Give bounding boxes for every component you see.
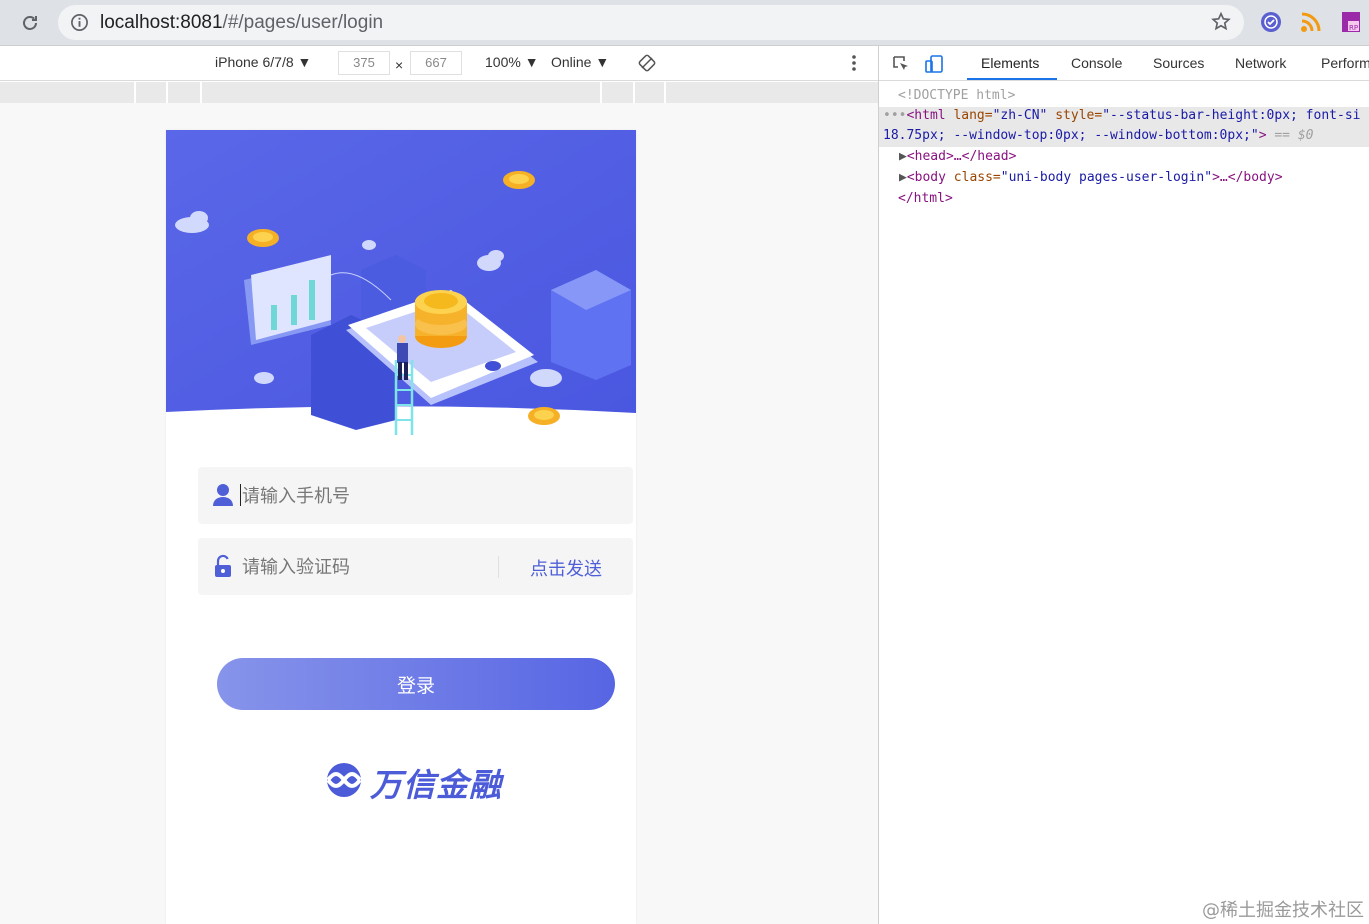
info-icon[interactable] — [70, 13, 89, 32]
emulated-viewport: 点击发送 登录 万信金融 — [0, 103, 878, 924]
reload-icon[interactable] — [14, 10, 46, 36]
brand-name: 万信金融 — [370, 766, 503, 804]
rss-icon[interactable] — [1300, 11, 1322, 33]
selected-marker: == $0 — [1266, 128, 1314, 143]
more-options-icon[interactable] — [850, 54, 858, 72]
style-attr: style= — [1047, 108, 1103, 123]
html-close-line: </html> — [898, 191, 953, 206]
style-value-2: 18.75px; --window-top:0px; --window-bott… — [883, 128, 1259, 143]
class-value: "uni-body pages-user-login" — [1000, 170, 1213, 185]
tab-network[interactable]: Network — [1235, 55, 1286, 71]
active-tab-indicator — [967, 78, 1057, 80]
width-input[interactable]: 375 — [338, 51, 390, 75]
class-attr: class= — [945, 170, 1001, 185]
send-code-button[interactable]: 点击发送 — [530, 555, 602, 581]
html-open-line-cont[interactable]: 18.75px; --window-top:0px; --window-bott… — [883, 126, 1313, 147]
device-toolbar: iPhone 6/7/8 ▼ 375 × 667 100% ▼ Online ▼ — [0, 46, 878, 81]
tab-performance[interactable]: Perform — [1321, 55, 1369, 71]
devtools-tabbar: Elements Console Sources Network Perform — [879, 46, 1369, 81]
rotate-icon[interactable] — [638, 54, 656, 72]
address-bar[interactable]: localhost:8081/#/pages/user/login — [58, 5, 1244, 40]
code-input[interactable] — [242, 553, 492, 581]
tab-console[interactable]: Console — [1071, 55, 1122, 71]
html-open-line[interactable]: •••<html lang="zh-CN" style="--status-ba… — [883, 106, 1360, 127]
dimension-separator: × — [395, 57, 404, 73]
phone-input[interactable] — [242, 482, 492, 510]
inspect-element-icon[interactable] — [891, 54, 911, 74]
media-query-ruler[interactable] — [0, 82, 878, 103]
bookmark-star-icon[interactable] — [1210, 11, 1232, 33]
head-node: <head>…</head> — [906, 149, 1017, 164]
field-divider — [498, 556, 499, 578]
hero-illustration — [166, 130, 636, 435]
body-rest: >…</body> — [1212, 170, 1283, 185]
url-path: /#/pages/user/login — [222, 12, 384, 33]
svg-text:RP: RP — [1349, 24, 1358, 32]
watermark: @稀土掘金技术社区 — [1202, 900, 1364, 921]
body-tag: <body — [906, 170, 946, 185]
browser-toolbar: localhost:8081/#/pages/user/login RP — [0, 0, 1369, 46]
axure-rp-icon[interactable]: RP — [1340, 11, 1362, 33]
tab-sources[interactable]: Sources — [1153, 55, 1204, 71]
url-host: localhost:8081 — [100, 12, 223, 33]
style-value-1: "--status-bar-height:0px; font-si — [1102, 108, 1361, 123]
height-input[interactable]: 667 — [410, 51, 462, 75]
device-mode-icon[interactable] — [924, 54, 944, 74]
html-tag: <html — [906, 108, 946, 123]
tab-elements[interactable]: Elements — [981, 55, 1039, 71]
brand-logo-icon — [326, 763, 362, 797]
doctype-line: <!DOCTYPE html> — [898, 88, 1016, 103]
url-text: localhost:8081/#/pages/user/login — [100, 12, 383, 34]
head-line[interactable]: ▶<head>…</head> — [899, 147, 1016, 168]
lang-value: "zh-CN" — [992, 108, 1048, 123]
extension-check-icon[interactable] — [1260, 11, 1282, 33]
phone-field[interactable] — [198, 467, 633, 524]
devtools-panel: Elements Console Sources Network Perform… — [878, 46, 1369, 924]
zoom-select[interactable]: 100% ▼ — [485, 54, 539, 70]
login-button[interactable]: 登录 — [217, 658, 615, 710]
login-page: 点击发送 登录 万信金融 — [166, 130, 636, 924]
unlock-icon — [215, 554, 231, 577]
body-line[interactable]: ▶<body class="uni-body pages-user-login"… — [899, 168, 1283, 189]
text-caret — [240, 484, 241, 506]
brand-logo: 万信金融 — [324, 760, 524, 804]
network-select[interactable]: Online ▼ — [551, 54, 609, 70]
user-icon — [213, 484, 233, 506]
code-field[interactable]: 点击发送 — [198, 538, 633, 595]
device-select[interactable]: iPhone 6/7/8 ▼ — [215, 54, 311, 70]
lang-attr: lang= — [945, 108, 993, 123]
